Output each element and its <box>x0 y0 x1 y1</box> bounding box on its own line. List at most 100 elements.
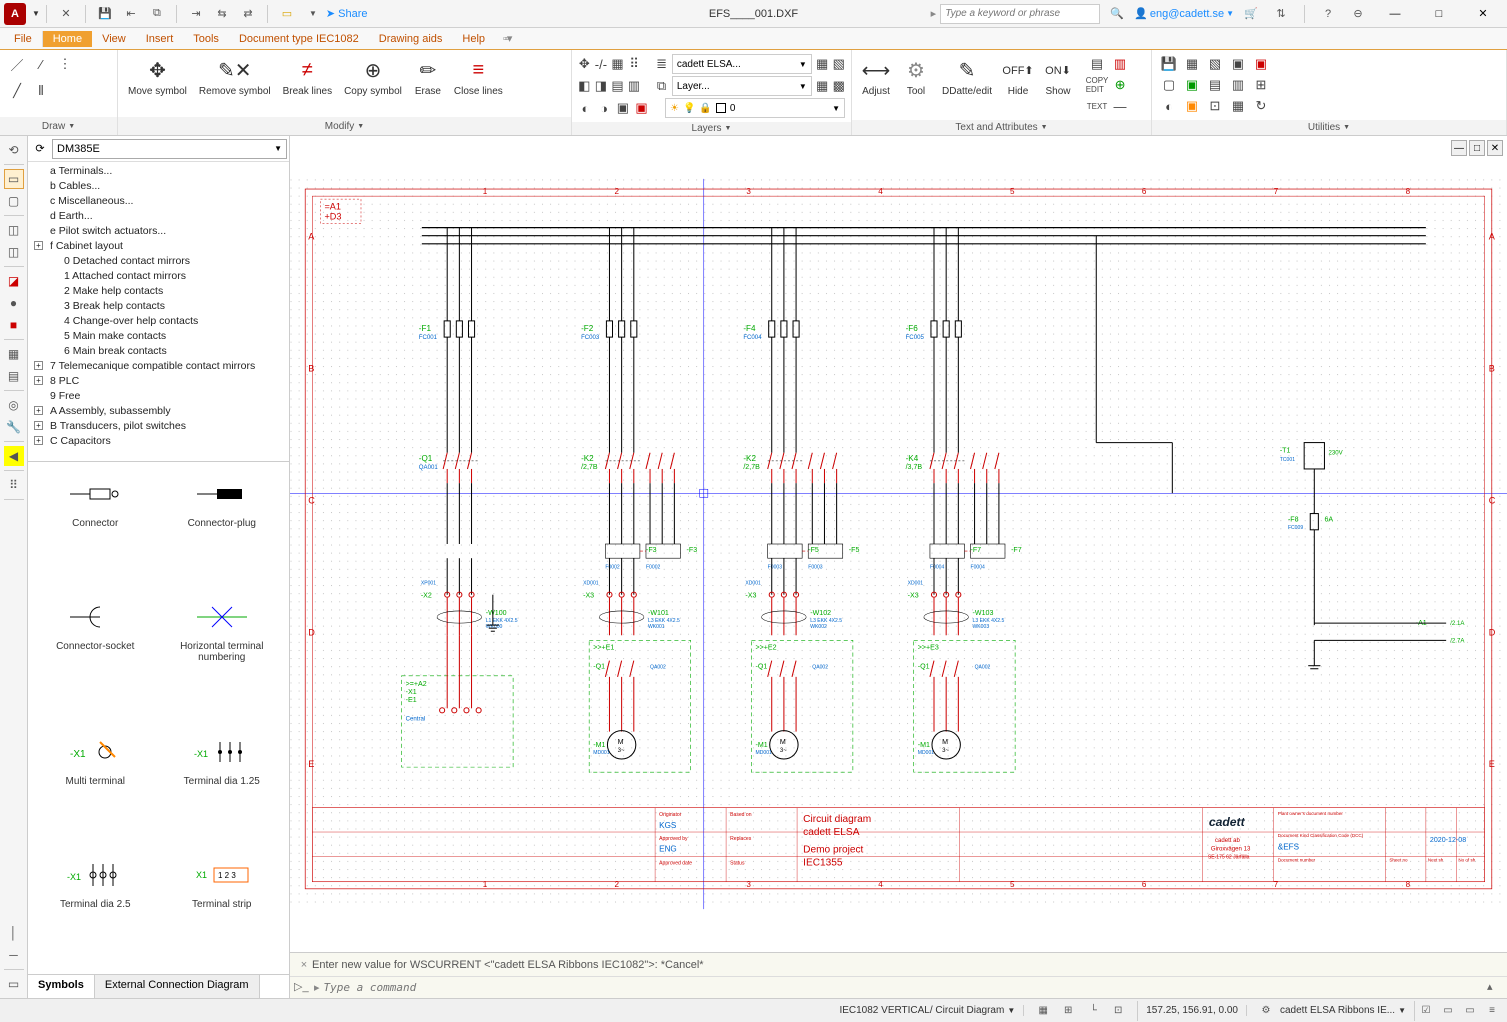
draw-wire-icon[interactable]: ╱ <box>6 81 28 101</box>
drawing-canvas[interactable]: AABBCCDDEE1122334455667788=A1+D3-F1FC001… <box>290 136 1507 952</box>
symbol-item[interactable]: Horizontal terminal numbering <box>159 589 286 723</box>
tree-item[interactable]: +8 PLC <box>28 374 289 389</box>
tool-button[interactable]: ⚙Tool <box>898 54 934 99</box>
canvas-min-icon[interactable]: ― <box>1451 140 1467 156</box>
draw-bus-icon[interactable]: ⦀ <box>30 81 52 101</box>
ls-4[interactable]: ◫ <box>4 242 24 262</box>
u-2[interactable]: ▦ <box>1181 54 1203 74</box>
sb-tray-menu[interactable]: ≡ <box>1481 1001 1503 1021</box>
tree-item[interactable]: a Terminals... <box>28 164 289 179</box>
menu-drawing-aids[interactable]: Drawing aids <box>369 31 453 47</box>
layer-c2-icon[interactable]: ◨ <box>595 76 608 96</box>
ribbon-group-utilities[interactable]: Utilities▼ <box>1152 120 1506 135</box>
ls-2[interactable]: ▢ <box>4 191 24 211</box>
layer-e2-icon[interactable]: ◑ <box>597 98 612 118</box>
symbol-library-combo[interactable]: DM385E▼ <box>52 139 287 159</box>
draw-dashline-icon[interactable]: ⁄ <box>30 54 52 74</box>
qat-icon-6[interactable]: ▭ <box>278 5 296 23</box>
ta-5[interactable]: TEXT <box>1086 96 1108 116</box>
ribbon-group-text-attr[interactable]: Text and Attributes▼ <box>852 120 1151 135</box>
menu-view[interactable]: View <box>92 31 136 47</box>
ls-12[interactable]: ◀ <box>4 446 24 466</box>
qat-icon-3[interactable]: ⇥ <box>187 5 205 23</box>
tree-item[interactable]: c Miscellaneous... <box>28 194 289 209</box>
help-icon[interactable]: ? <box>1319 5 1337 23</box>
save-icon[interactable]: 💾 <box>96 5 114 23</box>
tree-item[interactable]: 2 Make help contacts <box>28 284 289 299</box>
qat-dd[interactable]: ▼ <box>304 5 322 23</box>
ta-4[interactable]: ⊕ <box>1109 75 1131 95</box>
qat-icon-1[interactable]: ⇤ <box>122 5 140 23</box>
cmd-prompt-icon[interactable]: ▷_ <box>294 980 310 996</box>
layers-stack-icon[interactable]: ≣ <box>655 54 668 74</box>
sb-ortho-icon[interactable]: └ <box>1082 1001 1104 1021</box>
app-exchange-icon[interactable]: ⇅ <box>1272 5 1290 23</box>
hide-button[interactable]: OFF⬆Hide <box>1000 54 1036 99</box>
remove-symbol-button[interactable]: ✎✕Remove symbol <box>195 54 275 99</box>
ls-top[interactable]: ⟲ <box>4 140 24 160</box>
status-layout[interactable]: IEC1082 VERTICAL/ Circuit Diagram▼ <box>831 1005 1024 1016</box>
u-10[interactable]: ⊞ <box>1250 75 1272 95</box>
canvas-max-icon[interactable]: □ <box>1469 140 1485 156</box>
ribbon-group-modify[interactable]: Modify▼ <box>118 117 571 135</box>
u-12[interactable]: ▣ <box>1181 96 1203 116</box>
u-11[interactable]: ◐ <box>1158 96 1180 116</box>
ls-9[interactable]: ▤ <box>4 366 24 386</box>
layer-move-icon[interactable]: ✥ <box>578 54 591 74</box>
ls-5[interactable]: ◪ <box>4 271 24 291</box>
qat-icon-4[interactable]: ⇆ <box>213 5 231 23</box>
app-menu-chevron[interactable]: ▼ <box>32 9 40 18</box>
ls-b2[interactable]: ─ <box>4 945 24 965</box>
ta-6[interactable]: ― <box>1109 96 1131 116</box>
tree-item[interactable]: e Pilot switch actuators... <box>28 224 289 239</box>
erase-button[interactable]: ✏Erase <box>410 54 446 99</box>
ls-11[interactable]: 🔧 <box>4 417 24 437</box>
u-7[interactable]: ▣ <box>1181 75 1203 95</box>
current-layer-combo[interactable]: ☀ 💡 🔒 0 ▼ <box>665 98 845 118</box>
command-input[interactable] <box>324 981 1483 994</box>
sb-snap-icon[interactable]: ⊞ <box>1057 1001 1079 1021</box>
tree-item[interactable]: 1 Attached contact mirrors <box>28 269 289 284</box>
sb-dot-icon[interactable]: ⊡ <box>1107 1001 1129 1021</box>
draw-dots-icon[interactable]: ⋮ <box>54 54 76 74</box>
layer-btn-a[interactable]: ▦ <box>816 54 829 74</box>
ls-8[interactable]: ▦ <box>4 344 24 364</box>
u-13[interactable]: ⊡ <box>1204 96 1226 116</box>
show-button[interactable]: ON⬇Show <box>1040 54 1076 99</box>
cart-icon[interactable]: 🛒 <box>1242 5 1260 23</box>
symbol-item[interactable]: -X1Terminal dia 1.25 <box>159 724 286 847</box>
u-5[interactable]: ▣ <box>1250 54 1272 74</box>
tree-item[interactable]: b Cables... <box>28 179 289 194</box>
menu-tools[interactable]: Tools <box>183 31 229 47</box>
ta-2[interactable]: ▥ <box>1109 54 1131 74</box>
cmd-close-icon[interactable]: × <box>296 959 312 971</box>
layer-dots-icon[interactable]: ⠿ <box>628 54 641 74</box>
ta-3[interactable]: COPYEDIT <box>1086 75 1108 95</box>
minimize-button[interactable]: ― <box>1375 0 1415 28</box>
layer-c1-icon[interactable]: ◧ <box>578 76 591 96</box>
layer-e1-icon[interactable]: ◐ <box>578 98 593 118</box>
qat-icon-5[interactable]: ⇄ <box>239 5 257 23</box>
tab-external-connection[interactable]: External Connection Diagram <box>95 975 260 998</box>
share-button[interactable]: ➤ Share <box>326 7 368 20</box>
ls-13[interactable]: ⠿ <box>4 475 24 495</box>
draw-line-icon[interactable]: ／ <box>6 54 28 74</box>
search-icon[interactable]: 🔍 <box>1108 5 1126 23</box>
break-lines-button[interactable]: ≠Break lines <box>279 54 336 99</box>
move-symbol-button[interactable]: ✥Move symbol <box>124 54 191 99</box>
sb-tray-2[interactable]: ▭ <box>1437 1001 1459 1021</box>
u-9[interactable]: ▥ <box>1227 75 1249 95</box>
tree-item[interactable]: +f Cabinet layout <box>28 239 289 254</box>
adjust-button[interactable]: ⟷Adjust <box>858 54 894 99</box>
signout-icon[interactable]: ⊖ <box>1349 5 1367 23</box>
ribbon-group-draw[interactable]: Draw▼ <box>0 117 117 135</box>
layer-grid-icon[interactable]: ▦ <box>611 54 624 74</box>
u-15[interactable]: ↻ <box>1250 96 1272 116</box>
u-4[interactable]: ▣ <box>1227 54 1249 74</box>
ls-3[interactable]: ◫ <box>4 220 24 240</box>
layer-d1[interactable]: ▦ <box>816 76 829 96</box>
close-button[interactable]: ✕ <box>1463 0 1503 28</box>
app-icon[interactable]: A <box>4 3 26 25</box>
ribbon-group-layers[interactable]: Layers▼ <box>572 122 851 135</box>
close-lines-button[interactable]: ≡Close lines <box>450 54 507 99</box>
